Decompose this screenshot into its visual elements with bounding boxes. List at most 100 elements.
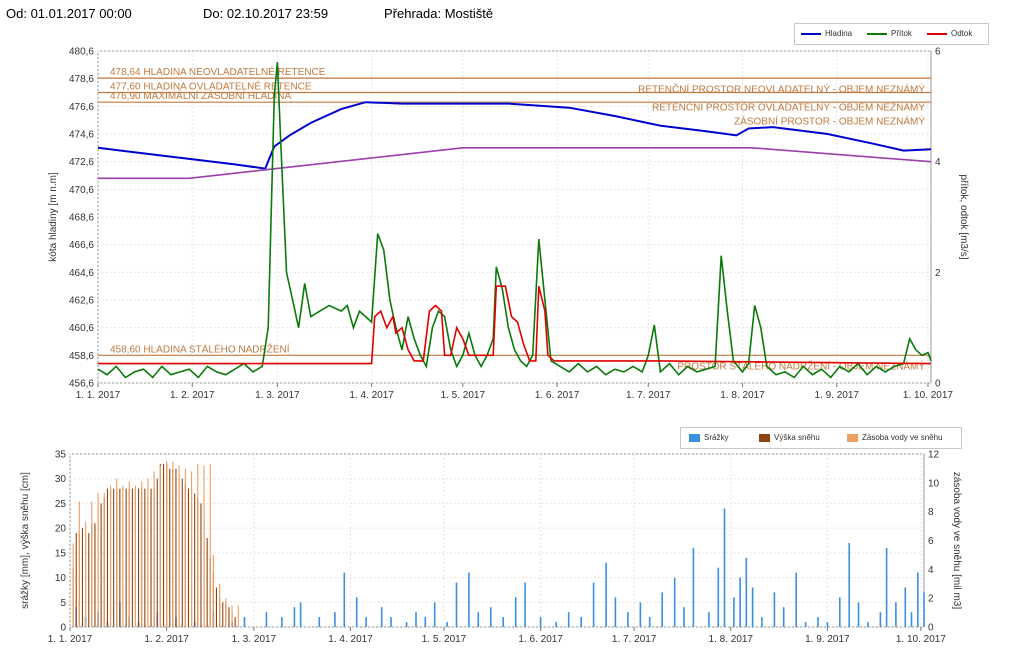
bar-srážky <box>683 607 685 627</box>
bottom-y-tick-label: 5 <box>60 598 66 609</box>
bar-výška-sněhu <box>169 468 171 627</box>
bottom-x-tick-label: 1. 10. 2017 <box>896 634 946 645</box>
bar-výška-sněhu <box>206 538 208 627</box>
bar-srážky <box>405 622 408 627</box>
bar-srážky <box>795 572 797 627</box>
bar-zásoba-vody-ve-sněhu <box>212 554 214 627</box>
bar-srážky <box>639 602 642 627</box>
bottom-x-tick-label: 1. 2. 2017 <box>144 634 189 645</box>
bar-zásoba-vody-ve-sněhu <box>153 471 155 627</box>
bar-srážky <box>782 607 785 627</box>
bar-zásoba-vody-ve-sněhu <box>116 478 118 627</box>
top-x-tick-label: 1. 6. 2017 <box>535 390 580 401</box>
bar-výška-sněhu <box>156 478 158 627</box>
top-y-tick-label: 472,6 <box>69 157 94 168</box>
bottom-x-tick-label: 1. 4. 2017 <box>328 634 373 645</box>
bar-srážky <box>614 597 617 627</box>
bottom-x-tick-label: 1. 6. 2017 <box>518 634 563 645</box>
zone-label: RETENČNÍ PROSTOR NEOVLADATELNÝ - OBJEM N… <box>638 83 925 96</box>
top-y-tick-label: 464,6 <box>69 268 94 279</box>
bottom-y-tick-label: 25 <box>55 499 67 510</box>
bar-výška-sněhu <box>215 587 217 627</box>
bar-srážky <box>318 617 321 627</box>
bottom-y2-tick-label: 0 <box>928 623 934 634</box>
bar-srážky <box>627 612 629 627</box>
bar-srážky <box>745 557 748 627</box>
level-label: 478,64 HLADINA NEOVLADATELNÉ RETENCE <box>110 65 326 78</box>
top-y-tick-label: 460,6 <box>69 323 94 334</box>
bar-srážky <box>751 587 754 627</box>
bottom-y-tick-label: 15 <box>55 548 67 559</box>
bar-výška-sněhu <box>194 493 196 627</box>
bar-zásoba-vody-ve-sněhu <box>128 481 130 627</box>
bar-srážky <box>514 597 517 627</box>
bar-srážky <box>904 587 907 627</box>
top-y-tick-label: 474,6 <box>69 130 94 141</box>
bar-zásoba-vody-ve-sněhu <box>184 468 186 627</box>
bar-zásoba-vody-ve-sněhu <box>191 471 193 627</box>
bar-výška-sněhu <box>131 488 133 627</box>
bar-výška-sněhu <box>200 503 202 627</box>
bottom-y2-axis-label: zásoba vody ve sněhu [mil m3] <box>951 472 962 610</box>
bar-srážky <box>380 607 383 627</box>
bar-zásoba-vody-ve-sněhu <box>166 461 168 627</box>
bar-srážky <box>415 612 417 627</box>
bar-srážky <box>299 602 302 627</box>
top-y2-tick-label: 0 <box>935 379 941 390</box>
top-y-tick-label: 468,6 <box>69 213 94 224</box>
bar-srážky <box>804 622 807 627</box>
bar-zásoba-vody-ve-sněhu <box>110 485 112 627</box>
bar-výška-sněhu <box>187 488 189 627</box>
top-y-tick-label: 478,6 <box>69 74 94 85</box>
bottom-y-tick-label: 10 <box>55 573 67 584</box>
top-y-tick-label: 466,6 <box>69 240 94 251</box>
bottom-y2-tick-label: 4 <box>928 565 934 576</box>
level-label: 476,90 MAXIMÁLNÍ ZÁSOBNÍ HLADINA <box>110 89 292 102</box>
bar-výška-sněhu <box>119 488 121 627</box>
bar-zásoba-vody-ve-sněhu <box>78 501 80 627</box>
bar-zásoba-vody-ve-sněhu <box>91 501 93 627</box>
bar-výška-sněhu <box>138 488 140 627</box>
top-y-tick-label: 458,6 <box>69 351 94 362</box>
bar-srážky <box>739 577 741 627</box>
top-y2-tick-label: 6 <box>935 47 941 58</box>
reservoir-charts: 480,6 478,6 476,6 474,6 472,6 470,6 468,6 466,6… <box>20 47 969 646</box>
bar-zásoba-vody-ve-sněhu <box>72 543 74 627</box>
bar-výška-sněhu <box>234 617 236 627</box>
bar-srážky <box>446 622 448 627</box>
bar-zásoba-vody-ve-sněhu <box>197 464 199 627</box>
bar-srážky <box>524 582 526 627</box>
bar-srážky <box>390 617 392 627</box>
bottom-y2-tick-label: 6 <box>928 536 934 547</box>
top-x-tick-label: 1. 10. 2017 <box>903 390 953 401</box>
top-x-tick-label: 1. 3. 2017 <box>255 390 300 401</box>
bar-srážky <box>592 582 595 627</box>
top-y-tick-label: 470,6 <box>69 185 94 196</box>
bar-srážky <box>490 607 492 627</box>
bar-zásoba-vody-ve-sněhu <box>209 464 211 627</box>
bar-zásoba-vody-ve-sněhu <box>219 583 221 628</box>
bar-srážky <box>355 597 358 627</box>
bar-srážky <box>723 508 726 627</box>
bar-výška-sněhu <box>106 488 108 627</box>
top-x-tick-label: 1. 9. 2017 <box>815 390 860 401</box>
bar-srážky <box>433 602 436 627</box>
bar-srážky <box>885 547 888 627</box>
top-x-tick-label: 1. 8. 2017 <box>720 390 765 401</box>
bar-zásoba-vody-ve-sněhu <box>178 465 180 627</box>
bar-zásoba-vody-ve-sněhu <box>103 492 105 627</box>
bar-výška-sněhu <box>228 607 230 627</box>
bar-výška-sněhu <box>181 478 183 627</box>
bottom-x-tick-label: 1. 5. 2017 <box>422 634 467 645</box>
bottom-x-tick-label: 1. 7. 2017 <box>612 634 657 645</box>
bottom-x-tick-label: 1. 1. 2017 <box>48 634 93 645</box>
bar-zásoba-vody-ve-sněhu <box>237 605 239 627</box>
bar-srážky <box>343 572 346 627</box>
bar-výška-sněhu <box>81 528 83 627</box>
bottom-x-tick-label: 1. 3. 2017 <box>232 634 277 645</box>
top-y-tick-label: 476,6 <box>69 102 94 113</box>
bottom-y2-tick-label: 8 <box>928 507 934 518</box>
bar-srážky <box>365 617 367 627</box>
bar-zásoba-vody-ve-sněhu <box>122 485 124 627</box>
bar-srážky <box>817 617 819 627</box>
